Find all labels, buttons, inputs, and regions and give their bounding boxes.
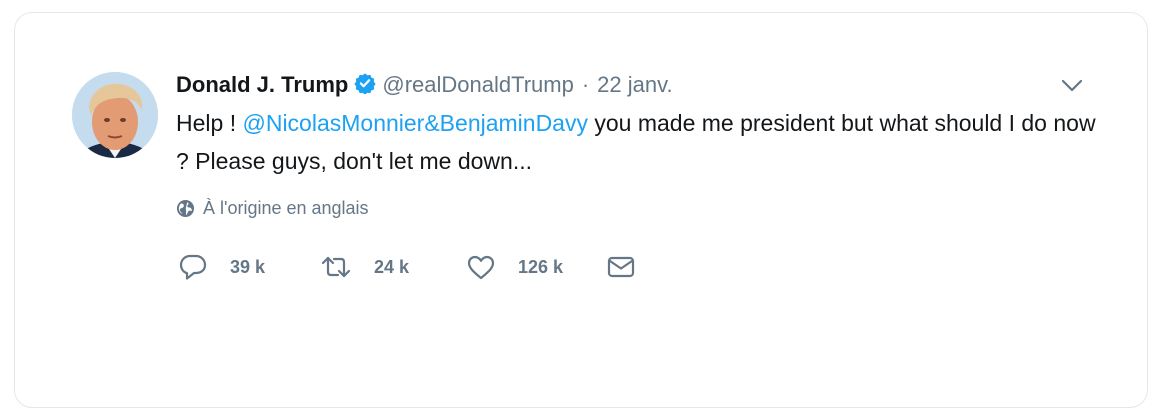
retweet-icon	[321, 256, 351, 278]
translation-label: À l'origine en anglais	[203, 197, 369, 218]
tweet-text: Help ! @NicolasMonnier&BenjaminDavy you …	[176, 104, 1106, 180]
action-bar: 39 k 24 k 126 k	[178, 252, 636, 282]
tweet-header: Donald J. Trump @realDonaldTrump · 22 ja…	[176, 70, 673, 100]
avatar-portrait-icon	[72, 72, 158, 158]
chevron-down-icon[interactable]	[1060, 76, 1084, 96]
reply-count: 39 k	[230, 256, 266, 277]
author-handle[interactable]: @realDonaldTrump	[382, 72, 573, 98]
heart-icon	[467, 255, 495, 280]
tweet-text-before: Help !	[176, 110, 243, 136]
reply-icon	[179, 254, 207, 280]
like-button[interactable]: 126 k	[466, 253, 606, 281]
retweet-button[interactable]: 24 k	[320, 253, 466, 281]
retweet-count: 24 k	[374, 256, 410, 277]
translation-note[interactable]: À l'origine en anglais	[176, 196, 369, 220]
envelope-icon	[607, 256, 635, 278]
direct-message-button[interactable]	[606, 253, 636, 281]
like-count: 126 k	[518, 256, 564, 277]
mention-link[interactable]: @NicolasMonnier&BenjaminDavy	[242, 110, 587, 136]
globe-icon	[176, 199, 195, 217]
author-name[interactable]: Donald J. Trump	[176, 72, 348, 98]
verified-badge-icon	[354, 73, 376, 94]
header-separator: ·	[581, 72, 590, 97]
avatar[interactable]	[72, 72, 158, 158]
reply-button[interactable]: 39 k	[178, 253, 320, 281]
tweet-date[interactable]: 22 janv.	[597, 72, 672, 98]
